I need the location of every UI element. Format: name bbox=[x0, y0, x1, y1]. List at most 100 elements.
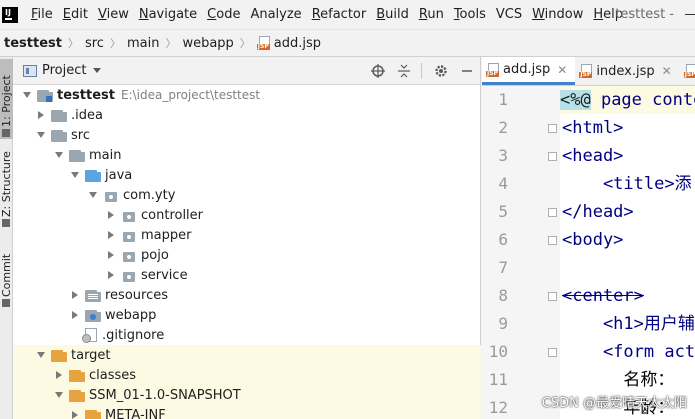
line-number: 11 bbox=[488, 370, 508, 389]
tree-item-mapper[interactable]: mapper bbox=[13, 225, 481, 245]
breadcrumb-file-label: add.jsp bbox=[273, 35, 322, 51]
breadcrumb-item-project[interactable]: testtest bbox=[4, 36, 62, 51]
code-line-10: <form act bbox=[562, 342, 695, 362]
chevron-down-icon[interactable] bbox=[71, 171, 79, 179]
tree-item-target[interactable]: target bbox=[13, 345, 481, 365]
fold-marker[interactable] bbox=[548, 124, 557, 133]
chevron-right-icon: 〉 bbox=[165, 37, 177, 50]
menu-edit[interactable]: Edit bbox=[58, 0, 93, 29]
web-folder-icon bbox=[85, 309, 101, 322]
chevron-down-icon[interactable] bbox=[37, 351, 45, 359]
resources-folder-icon bbox=[85, 289, 101, 302]
line-number: 10 bbox=[488, 342, 508, 361]
chevron-right-icon[interactable] bbox=[107, 271, 115, 279]
code-line-1: <%@ page conte bbox=[560, 86, 695, 114]
tab-index-jsp[interactable]: JSP index.jsp ✕ bbox=[575, 57, 679, 85]
menu-tools[interactable]: Tools bbox=[449, 0, 491, 29]
package-icon bbox=[121, 229, 137, 242]
menu-vcs[interactable]: VCS bbox=[491, 0, 527, 29]
breadcrumb-item-src[interactable]: src bbox=[85, 36, 104, 51]
tool-tab-commit[interactable]: Commit bbox=[0, 249, 13, 309]
tool-tab-structure[interactable]: Z: Structure bbox=[0, 149, 13, 229]
menu-view[interactable]: View bbox=[93, 0, 134, 29]
module-folder-icon bbox=[37, 89, 53, 102]
chevron-right-icon[interactable] bbox=[71, 411, 79, 419]
chevron-right-icon[interactable] bbox=[107, 251, 115, 259]
chevron-right-icon[interactable] bbox=[107, 231, 115, 239]
menu-code[interactable]: Code bbox=[202, 0, 245, 29]
code-line-2: <html> bbox=[562, 118, 624, 138]
breadcrumb-item-main[interactable]: main bbox=[127, 36, 159, 51]
tree-item-idea[interactable]: .idea bbox=[13, 105, 481, 125]
chevron-down-icon[interactable] bbox=[23, 91, 31, 99]
minimize-icon[interactable] bbox=[685, 14, 695, 15]
tree-item-webapp[interactable]: webapp bbox=[13, 305, 481, 325]
menu-refactor[interactable]: Refactor bbox=[307, 0, 372, 29]
menu-run[interactable]: Run bbox=[414, 0, 449, 29]
menu-navigate[interactable]: Navigate bbox=[134, 0, 202, 29]
close-icon[interactable]: ✕ bbox=[557, 63, 567, 77]
fold-marker[interactable] bbox=[548, 152, 557, 161]
chevron-down-icon[interactable] bbox=[55, 391, 63, 399]
line-number: 4 bbox=[498, 174, 508, 193]
line-number: 8 bbox=[498, 286, 508, 305]
excluded-folder-icon bbox=[69, 369, 85, 382]
chevron-right-icon[interactable] bbox=[55, 371, 63, 379]
collapse-all-icon[interactable] bbox=[397, 64, 411, 78]
package-icon bbox=[121, 249, 137, 262]
project-panel-toolbar bbox=[359, 57, 474, 85]
menu-window[interactable]: Window bbox=[527, 0, 588, 29]
chevron-right-icon[interactable] bbox=[107, 211, 115, 219]
fold-marker[interactable] bbox=[548, 208, 557, 217]
caret-down-icon[interactable] bbox=[93, 68, 102, 73]
tool-tab-project[interactable]: 1: Project bbox=[0, 59, 13, 139]
menu-analyze[interactable]: Analyze bbox=[245, 0, 306, 29]
tree-item-meta-inf[interactable]: META-INF bbox=[13, 405, 481, 419]
excluded-folder-icon bbox=[69, 389, 85, 402]
project-panel-header: Project bbox=[13, 57, 480, 85]
locate-file-icon[interactable] bbox=[371, 64, 385, 78]
menu-file[interactable]: File bbox=[26, 0, 58, 29]
tree-item-classes[interactable]: classes bbox=[13, 365, 481, 385]
code-line-11: 名称： bbox=[562, 370, 675, 390]
package-icon bbox=[121, 209, 137, 222]
tree-item-resources[interactable]: resources bbox=[13, 285, 481, 305]
hide-panel-icon[interactable] bbox=[460, 64, 474, 78]
chevron-down-icon[interactable] bbox=[37, 131, 45, 139]
source-folder-icon bbox=[85, 169, 101, 182]
code-area[interactable]: <%@ page conte <html> <head> <title>添 </… bbox=[560, 86, 695, 419]
tree-item-snapshot[interactable]: SSM_01-1.0-SNAPSHOT bbox=[13, 385, 481, 405]
tree-item-service[interactable]: service bbox=[13, 265, 481, 285]
tool-window-strip: 1: Project Z: Structure Commit bbox=[0, 57, 13, 419]
chevron-down-icon[interactable] bbox=[55, 151, 63, 159]
tree-item-main[interactable]: main bbox=[13, 145, 481, 165]
breadcrumb-item-webapp[interactable]: webapp bbox=[182, 36, 233, 51]
chevron-right-icon[interactable] bbox=[71, 291, 79, 299]
tab-add-jsp[interactable]: JSP add.jsp ✕ bbox=[482, 57, 576, 85]
folder-icon bbox=[51, 129, 67, 142]
chevron-right-icon[interactable] bbox=[37, 111, 45, 119]
editor-gutter: 1 2 3 4 5 6 7 8 9 10 11 12 bbox=[482, 86, 560, 419]
tree-item-com-yty[interactable]: com.yty bbox=[13, 185, 481, 205]
menu-bar: IJ File Edit View Navigate Code Analyze … bbox=[0, 0, 695, 29]
breadcrumb-item-file[interactable]: JSP add.jsp bbox=[256, 35, 322, 51]
chevron-right-icon[interactable] bbox=[71, 311, 79, 319]
tree-item-java[interactable]: java bbox=[13, 165, 481, 185]
fold-marker[interactable] bbox=[548, 236, 557, 245]
line-number: 12 bbox=[488, 398, 508, 417]
menu-build[interactable]: Build bbox=[371, 0, 414, 29]
tree-item-controller[interactable]: controller bbox=[13, 205, 481, 225]
tree-item-gitignore[interactable]: .gitignore bbox=[13, 325, 481, 345]
fold-marker[interactable] bbox=[548, 348, 557, 357]
gear-icon[interactable] bbox=[434, 64, 448, 78]
intellij-logo-icon: IJ bbox=[2, 6, 18, 23]
chevron-down-icon[interactable] bbox=[89, 191, 97, 199]
tree-item-testtest[interactable]: testtest E:\idea_project\testtest bbox=[13, 85, 481, 105]
close-icon[interactable]: ✕ bbox=[662, 64, 672, 78]
tree-item-src[interactable]: src bbox=[13, 125, 481, 145]
tree-item-pojo[interactable]: pojo bbox=[13, 245, 481, 265]
tab-overflow[interactable]: JSP bbox=[680, 57, 695, 85]
project-panel-title[interactable]: Project bbox=[42, 63, 86, 78]
fold-marker[interactable] bbox=[548, 292, 557, 301]
code-line-4: <title>添 bbox=[562, 174, 692, 194]
